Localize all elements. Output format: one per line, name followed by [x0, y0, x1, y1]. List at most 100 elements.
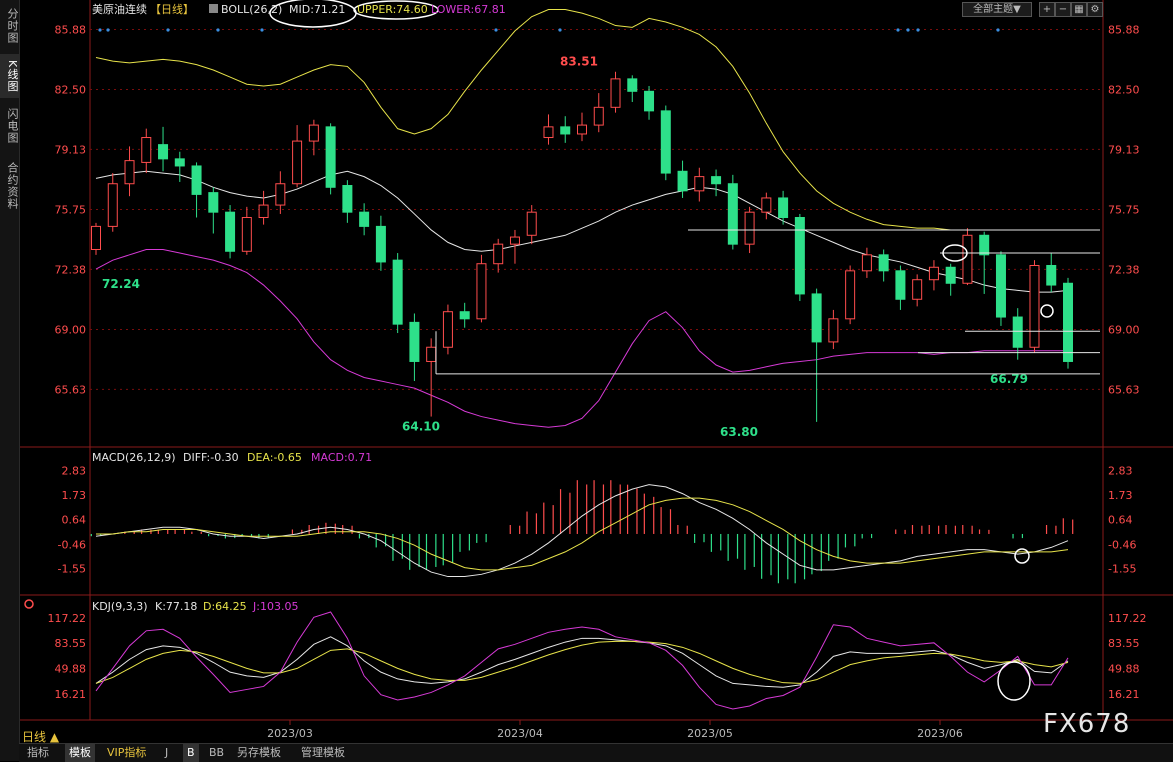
candle-body-56 — [1029, 264, 1040, 348]
tab-b[interactable]: B — [183, 744, 199, 762]
tab-template[interactable]: 模板 — [65, 744, 95, 762]
macd-panel-plot — [90, 480, 1074, 584]
signal-dot-3 — [216, 28, 220, 32]
x-tick-0: 2023/03 — [267, 727, 313, 740]
macd-title[interactable]: MACD(26,12,9) — [92, 451, 176, 464]
candle-body-42 — [794, 217, 805, 295]
highlight-circle-price — [1040, 304, 1054, 318]
price-left-tick-1: 82.50 — [55, 84, 87, 97]
candle-body-17 — [375, 225, 386, 263]
price-right-tick-4: 72.38 — [1108, 263, 1140, 276]
candle-body-44 — [828, 318, 839, 343]
candle-body-9 — [241, 217, 252, 252]
watermark-logo: FX678 — [1043, 709, 1131, 739]
candle-body-22 — [459, 311, 470, 320]
chart-canvas[interactable]: 85.88 85.88 82.50 82.50 79.13 79.13 75.75 75.75… — [0, 0, 1173, 761]
tab-j[interactable]: J — [165, 744, 168, 762]
signal-dot-2 — [166, 28, 170, 32]
boll-upper-value: UPPER:74.60 — [357, 3, 428, 16]
macd-right-tick-4: -1.55 — [1108, 563, 1136, 576]
theme-dropdown[interactable]: 全部主题▼ — [962, 2, 1032, 17]
price-left-tick-2: 79.13 — [55, 143, 87, 156]
candle-body-46 — [861, 254, 872, 272]
kdj-k-value: K:77.18 — [155, 600, 197, 613]
candle-body-36 — [694, 176, 705, 192]
signal-dot-10 — [996, 28, 1000, 32]
highlight-circle-kdj — [997, 661, 1031, 701]
save-template-button[interactable]: 另存模板 — [237, 744, 281, 762]
settings-icon[interactable]: ⚙ — [1087, 2, 1103, 17]
kdj-right-tick-3: 16.21 — [1108, 688, 1140, 701]
candle-body-8 — [225, 211, 236, 252]
candle-body-38 — [727, 183, 738, 245]
tab-vip-indicator[interactable]: VIP指标 — [107, 744, 146, 762]
candle-body-32 — [627, 78, 638, 92]
price-left-tick-4: 72.38 — [55, 263, 87, 276]
candle-body-41 — [778, 197, 789, 219]
kdj-left-tick-2: 49.88 — [55, 662, 87, 675]
kdj-right-tick-2: 49.88 — [1108, 662, 1140, 675]
bollinger-bands — [95, 9, 1069, 428]
kdj-right-tick-0: 117.22 — [1108, 612, 1147, 625]
macd-hist-value: MACD:0.71 — [311, 451, 372, 464]
candle-body-33 — [644, 90, 655, 112]
candle-body-31 — [610, 78, 621, 108]
candle-body-18 — [392, 259, 403, 325]
candle-body-26 — [526, 211, 537, 236]
tab-indicator[interactable]: 指标 — [27, 744, 49, 762]
candle-body-50 — [928, 266, 939, 281]
signal-dot-9 — [916, 28, 920, 32]
add-icon[interactable]: + — [1039, 2, 1055, 17]
candle-body-13 — [308, 124, 319, 142]
axis-labels: 85.88 85.88 82.50 82.50 79.13 79.13 75.75 75.75… — [48, 23, 1147, 740]
kdj-panel-plot — [95, 611, 1069, 710]
candle-body-2 — [124, 160, 135, 185]
remove-icon[interactable]: − — [1055, 2, 1071, 17]
candle-body-45 — [845, 270, 856, 320]
candle-body-15 — [342, 185, 353, 213]
manage-template-button[interactable]: 管理模板 — [301, 744, 345, 762]
price-annotation-3: 63.80 — [720, 425, 758, 439]
candle-body-43 — [811, 293, 822, 343]
kdj-title[interactable]: KDJ(9,3,3) — [92, 600, 148, 613]
macd-right-tick-2: 0.64 — [1108, 514, 1133, 527]
price-annotation-0: 83.51 — [560, 55, 598, 69]
price-annotation-2: 64.10 — [402, 420, 440, 434]
indicator-settings-icon[interactable] — [209, 4, 218, 13]
candle-body-27 — [543, 126, 554, 139]
candle-body-19 — [409, 321, 420, 362]
candle-body-40 — [761, 197, 772, 213]
candle-body-51 — [945, 266, 956, 284]
signal-dot-6 — [558, 28, 562, 32]
boll-indicator-label[interactable]: BOLL(26,2) — [221, 3, 282, 16]
grid-icon[interactable]: ▦ — [1071, 2, 1087, 17]
signal-dot-0 — [98, 28, 102, 32]
candle-body-47 — [878, 254, 889, 272]
candle-body-14 — [325, 126, 336, 188]
candle-body-10 — [258, 204, 269, 219]
kdj-indicator-icon[interactable] — [24, 599, 34, 609]
candlesticks — [91, 71, 1073, 422]
price-left-tick-5: 69.00 — [55, 323, 87, 336]
signal-dot-8 — [906, 28, 910, 32]
price-right-tick-5: 69.00 — [1108, 323, 1140, 336]
boll-mid-line — [95, 170, 1069, 293]
signal-dot-7 — [896, 28, 900, 32]
tab-bb[interactable]: BB — [209, 744, 224, 762]
price-right-tick-3: 75.75 — [1108, 204, 1140, 217]
candle-body-1 — [107, 183, 118, 227]
macd-right-tick-1: 1.73 — [1108, 489, 1133, 502]
price-left-tick-0: 85.88 — [55, 23, 87, 36]
price-right-tick-0: 85.88 — [1108, 23, 1140, 36]
candle-body-23 — [476, 263, 487, 320]
candle-body-4 — [158, 144, 169, 160]
candle-body-20 — [426, 346, 437, 362]
candle-body-21 — [442, 311, 453, 348]
signal-dot-5 — [494, 28, 498, 32]
candle-body-5 — [174, 158, 185, 167]
candle-body-7 — [208, 192, 219, 213]
candle-body-54 — [995, 254, 1006, 318]
x-tick-1: 2023/04 — [497, 727, 543, 740]
candle-body-48 — [895, 270, 906, 300]
macd-dea-value: DEA:-0.65 — [247, 451, 302, 464]
